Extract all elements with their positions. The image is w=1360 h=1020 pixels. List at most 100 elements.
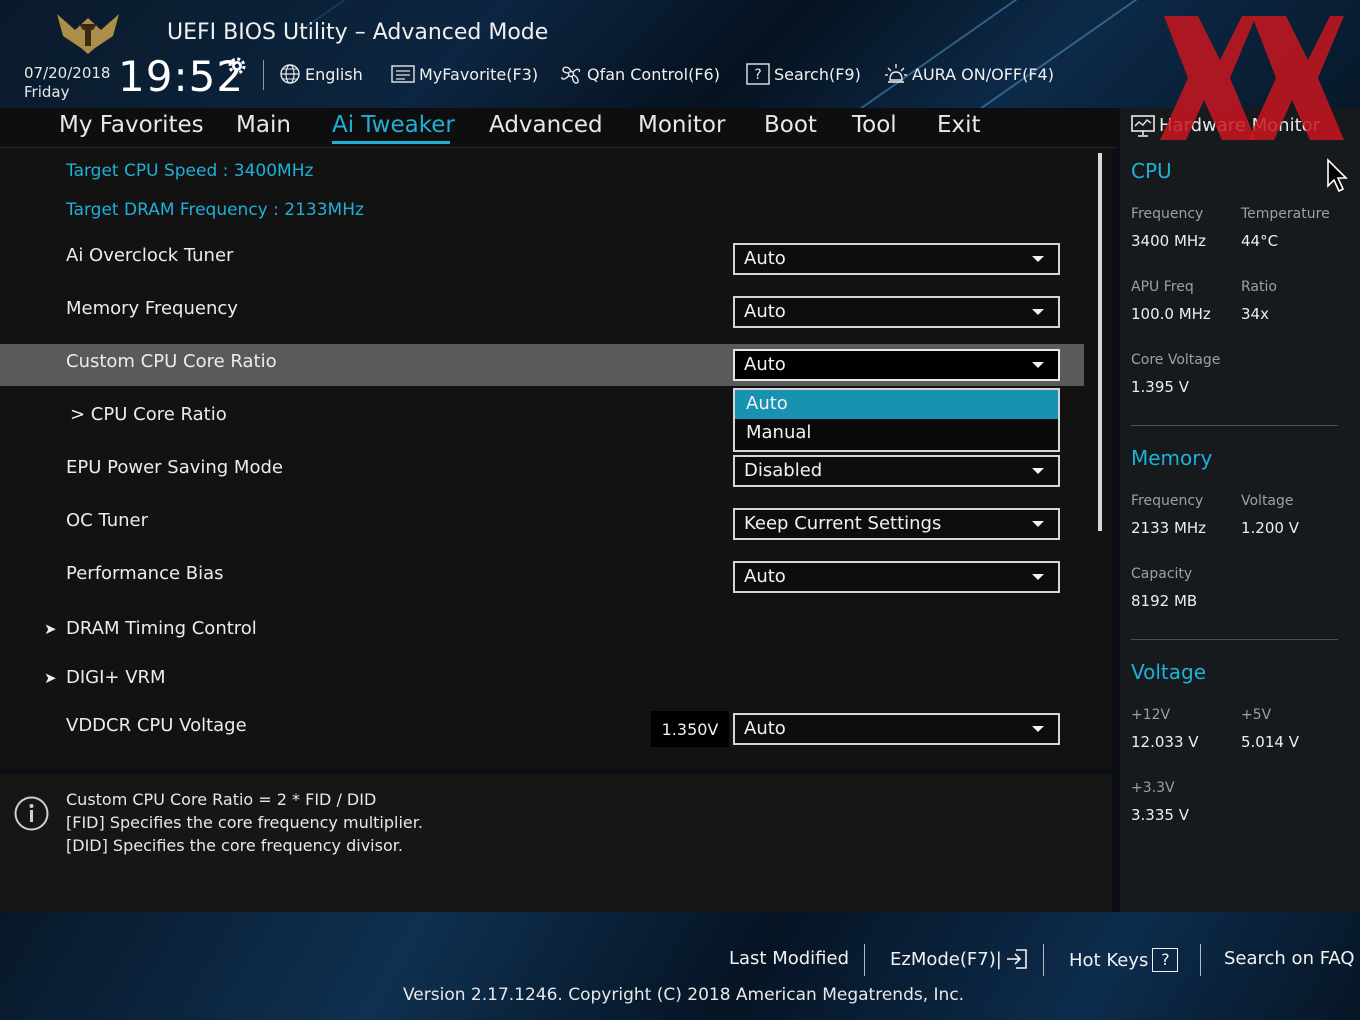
hot-keys-label: Hot Keys bbox=[1069, 949, 1149, 971]
hw-ratio-value: 34x bbox=[1241, 305, 1269, 323]
hw-voltage-heading: Voltage bbox=[1131, 660, 1207, 684]
qfan-control-button[interactable]: Qfan Control(F6) bbox=[559, 62, 720, 86]
ezmode-button[interactable]: EzMode(F7)| bbox=[890, 948, 1028, 970]
tab-monitor[interactable]: Monitor bbox=[638, 112, 725, 138]
tab-exit[interactable]: Exit bbox=[937, 112, 981, 138]
hw-12v-label: +12V bbox=[1131, 707, 1171, 723]
tab-main[interactable]: Main bbox=[236, 112, 291, 138]
chevron-down-icon bbox=[1032, 521, 1044, 527]
last-modified-label: Last Modified bbox=[729, 948, 850, 969]
dropdown-value: Auto bbox=[744, 248, 786, 269]
background-streak bbox=[859, 0, 1041, 108]
performance-bias-dropdown[interactable]: Auto bbox=[733, 561, 1060, 593]
tab-my-favorites[interactable]: My Favorites bbox=[59, 112, 204, 138]
footer-divider bbox=[1043, 944, 1044, 976]
hw-cpu-temperature-label: Temperature bbox=[1241, 206, 1330, 222]
mouse-cursor-icon bbox=[1327, 158, 1348, 193]
submenu-dram-timing-control[interactable]: DRAM Timing Control bbox=[66, 618, 257, 639]
option-auto[interactable]: Auto bbox=[735, 390, 1058, 419]
hw-3v3-value: 3.335 V bbox=[1131, 806, 1189, 824]
tuf-logo bbox=[57, 14, 119, 54]
language-label: English bbox=[305, 64, 363, 84]
hw-mem-frequency-label: Frequency bbox=[1131, 493, 1204, 509]
submenu-arrow-icon: ➤ bbox=[44, 620, 57, 638]
search-button[interactable]: ? Search(F9) bbox=[746, 62, 861, 86]
hw-cpu-frequency-label: Frequency bbox=[1131, 206, 1204, 222]
help-key-icon: ? bbox=[1152, 948, 1179, 972]
ezmode-label: EzMode(F7)| bbox=[890, 948, 1002, 970]
my-favorite-button[interactable]: MyFavorite(F3) bbox=[391, 62, 538, 86]
header-divider bbox=[263, 60, 264, 90]
submenu-digi-vrm[interactable]: DIGI+ VRM bbox=[66, 667, 166, 688]
hw-mem-voltage-label: Voltage bbox=[1241, 493, 1294, 509]
search-on-faq-button[interactable]: Search on FAQ bbox=[1224, 948, 1355, 969]
aura-label: AURA ON/OFF(F4) bbox=[912, 64, 1054, 84]
app-title: UEFI BIOS Utility – Advanced Mode bbox=[167, 20, 549, 45]
chevron-down-icon bbox=[1032, 309, 1044, 315]
target-dram-frequency: Target DRAM Frequency : 2133MHz bbox=[66, 200, 364, 220]
dropdown-value: Disabled bbox=[744, 460, 823, 481]
chevron-down-icon bbox=[1032, 256, 1044, 262]
setting-custom-cpu-core-ratio[interactable]: Custom CPU Core Ratio bbox=[66, 351, 277, 372]
setting-cpu-core-ratio[interactable]: > CPU Core Ratio bbox=[70, 404, 227, 425]
monitor-icon bbox=[1131, 115, 1155, 137]
dropdown-value: Auto bbox=[744, 566, 786, 587]
language-button[interactable]: English bbox=[279, 62, 363, 86]
hot-keys-button[interactable]: Hot Keys ? bbox=[1069, 948, 1179, 972]
epu-power-saving-dropdown[interactable]: Disabled bbox=[733, 455, 1060, 487]
vddcr-cpu-voltage-dropdown[interactable]: Auto bbox=[733, 713, 1060, 745]
hw-cpu-frequency-value: 3400 MHz bbox=[1131, 232, 1207, 250]
setting-performance-bias[interactable]: Performance Bias bbox=[66, 563, 224, 584]
dropdown-value: Auto bbox=[744, 301, 786, 322]
active-tab-underline bbox=[332, 141, 450, 144]
tab-boot[interactable]: Boot bbox=[764, 112, 817, 138]
gear-icon[interactable] bbox=[226, 55, 248, 77]
tab-advanced[interactable]: Advanced bbox=[489, 112, 603, 138]
footer-divider bbox=[864, 944, 865, 976]
help-search-icon: ? bbox=[746, 63, 770, 85]
dropdown-value: Keep Current Settings bbox=[744, 513, 942, 534]
chevron-down-icon bbox=[1032, 468, 1044, 474]
option-manual[interactable]: Manual bbox=[735, 419, 1058, 448]
chevron-down-icon bbox=[1032, 726, 1044, 732]
hw-section-divider bbox=[1131, 639, 1338, 640]
hw-mem-voltage-value: 1.200 V bbox=[1241, 519, 1299, 537]
hw-3v3-label: +3.3V bbox=[1131, 780, 1175, 796]
info-icon bbox=[14, 796, 49, 831]
dropdown-value: Auto bbox=[744, 718, 786, 739]
setting-vddcr-cpu-voltage[interactable]: VDDCR CPU Voltage bbox=[66, 715, 247, 736]
hw-capacity-label: Capacity bbox=[1131, 566, 1193, 582]
aura-toggle-button[interactable]: AURA ON/OFF(F4) bbox=[884, 62, 1054, 86]
date-display: 07/20/2018 Friday bbox=[24, 64, 110, 102]
my-favorite-label: MyFavorite(F3) bbox=[419, 64, 539, 84]
setting-memory-frequency[interactable]: Memory Frequency bbox=[66, 298, 238, 319]
custom-cpu-core-ratio-dropdown[interactable]: Auto bbox=[733, 349, 1060, 381]
footer-divider bbox=[1200, 944, 1201, 976]
hw-cpu-heading: CPU bbox=[1131, 159, 1172, 183]
xx-watermark-logo bbox=[1160, 16, 1344, 140]
hw-core-voltage-value: 1.395 V bbox=[1131, 378, 1189, 396]
memory-frequency-dropdown[interactable]: Auto bbox=[733, 296, 1060, 328]
tab-ai-tweaker[interactable]: Ai Tweaker bbox=[332, 112, 455, 138]
ai-overclock-tuner-dropdown[interactable]: Auto bbox=[733, 243, 1060, 275]
chevron-down-icon bbox=[1032, 574, 1044, 580]
help-text-line: Custom CPU Core Ratio = 2 * FID / DID bbox=[66, 790, 377, 809]
favorite-list-icon bbox=[391, 65, 415, 83]
help-text-line: [DID] Specifies the core frequency divis… bbox=[66, 836, 403, 855]
setting-ai-overclock-tuner[interactable]: Ai Overclock Tuner bbox=[66, 245, 233, 266]
day-text: Friday bbox=[24, 83, 70, 101]
search-label: Search(F9) bbox=[774, 64, 861, 84]
target-cpu-speed: Target CPU Speed : 3400MHz bbox=[66, 161, 314, 181]
fan-icon bbox=[561, 66, 581, 84]
svg-text:?: ? bbox=[754, 67, 761, 83]
hw-12v-value: 12.033 V bbox=[1131, 733, 1199, 751]
setting-oc-tuner[interactable]: OC Tuner bbox=[66, 510, 148, 531]
last-modified-button[interactable]: Last Modified bbox=[729, 948, 849, 969]
tab-tool[interactable]: Tool bbox=[852, 112, 897, 138]
oc-tuner-dropdown[interactable]: Keep Current Settings bbox=[733, 508, 1060, 540]
dropdown-value: Auto bbox=[744, 354, 786, 375]
exit-arrow-icon bbox=[1006, 949, 1027, 969]
setting-epu-power-saving-mode[interactable]: EPU Power Saving Mode bbox=[66, 457, 283, 478]
settings-scrollbar[interactable] bbox=[1098, 153, 1102, 531]
hw-apu-freq-value: 100.0 MHz bbox=[1131, 305, 1211, 323]
